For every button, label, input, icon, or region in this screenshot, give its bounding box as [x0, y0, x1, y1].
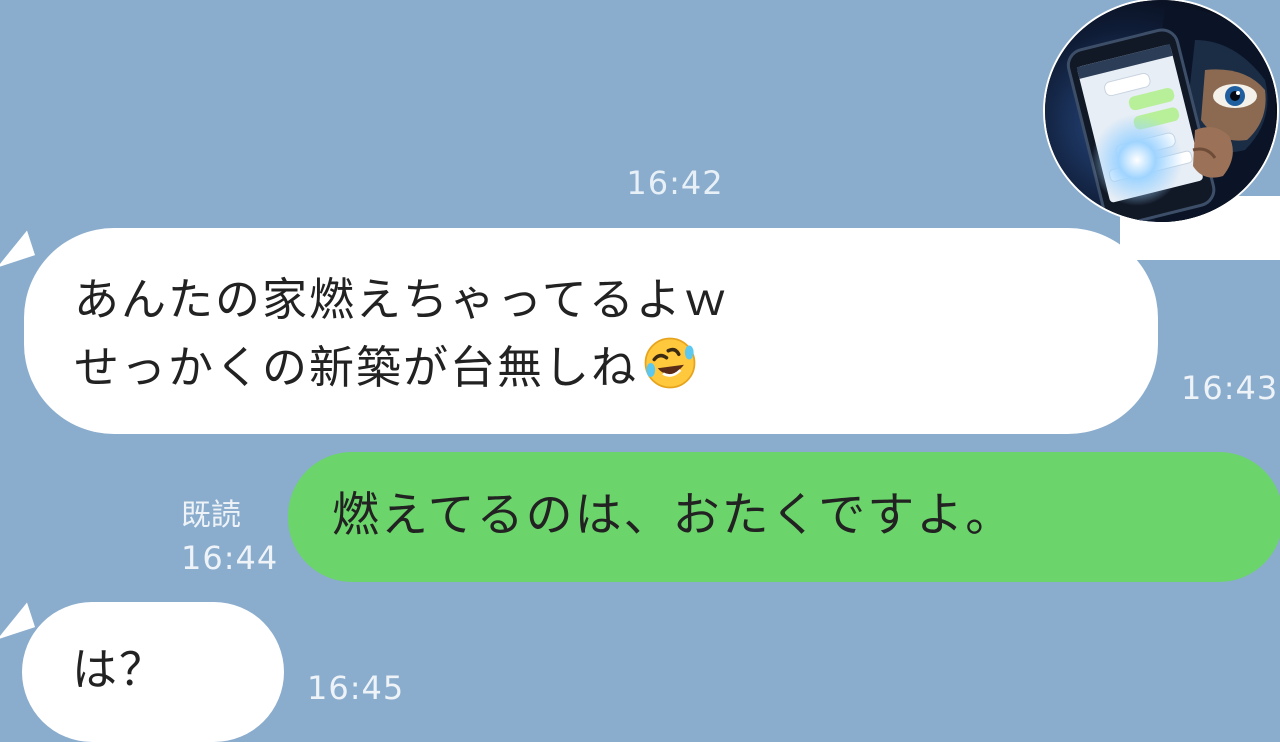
- incoming-bubble-tail: [0, 230, 36, 268]
- incoming-message-bubble[interactable]: あんたの家燃えちゃってるよｗ せっかくの新築が台無しね: [24, 228, 1158, 434]
- hooded-figure-holding-phone-icon: [1045, 0, 1277, 222]
- incoming-message-bubble[interactable]: は？: [22, 602, 284, 742]
- message-text: 燃えてるのは、おたくですよ。: [332, 488, 1015, 543]
- time-divider: 16:42: [626, 164, 724, 202]
- rolling-on-floor-laughing-emoji: [644, 337, 696, 389]
- message-text-line: せっかくの新築が台無しね: [74, 341, 639, 394]
- outgoing-message-bubble[interactable]: 燃えてるのは、おたくですよ。: [288, 452, 1280, 582]
- message-timestamp: 16:43: [1181, 369, 1279, 407]
- read-status-label: 既読: [181, 498, 241, 533]
- incoming-bubble-tail: [0, 602, 36, 640]
- message-text: は？: [72, 643, 167, 696]
- message-text-line: あんたの家燃えちゃってるよｗ: [74, 273, 730, 326]
- message-timestamp: 16:45: [307, 669, 405, 707]
- message-timestamp: 16:44: [181, 539, 279, 577]
